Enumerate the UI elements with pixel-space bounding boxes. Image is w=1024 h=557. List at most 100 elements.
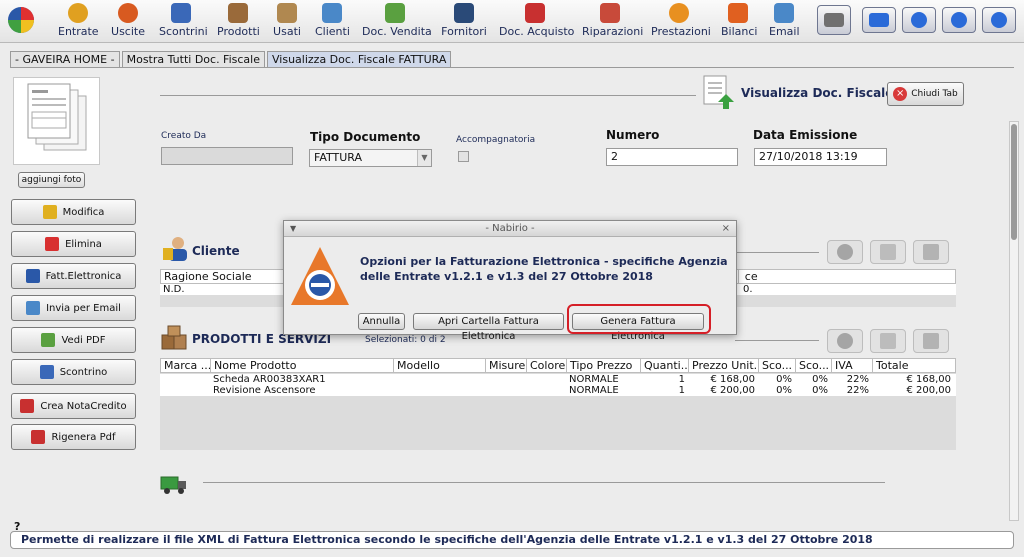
cell: € 168,00	[906, 374, 951, 385]
pencil-icon	[42, 205, 57, 219]
button-label: Scontrino	[59, 366, 108, 378]
column-header[interactable]: Totale	[873, 359, 955, 372]
column-header[interactable]: Sco...	[759, 359, 796, 372]
agenzia-entrate-icon	[25, 269, 40, 283]
toolbar-label: Entrate	[58, 25, 99, 38]
toolbar-uscite[interactable]: Uscite	[111, 1, 145, 41]
app-logo-icon[interactable]	[6, 5, 36, 35]
data-emissione-label: Data Emissione	[753, 128, 858, 142]
page-title: Visualizza Doc. Fiscale	[741, 86, 894, 100]
table-row[interactable]: Revisione Ascensore NORMALE 1 € 200,00 0…	[160, 385, 956, 396]
column-header[interactable]: Quanti...	[641, 359, 689, 372]
toolbar-email[interactable]: Email	[769, 1, 800, 41]
dialog-menu-icon[interactable]: ▼	[290, 221, 296, 236]
numero-field[interactable]: 2	[606, 148, 738, 166]
scontrino-button[interactable]: Scontrino	[11, 359, 136, 385]
settings-button[interactable]	[902, 7, 936, 33]
tab-mostra-tutti[interactable]: Mostra Tutti Doc. Fiscale	[121, 51, 265, 68]
column-header[interactable]: Modello	[394, 359, 486, 372]
add-photo-button[interactable]: aggiungi foto	[18, 172, 85, 188]
cliente-view-button[interactable]	[870, 240, 906, 264]
divider	[203, 482, 885, 483]
cliente-remove-button[interactable]	[913, 240, 949, 264]
button-label: Fatt.Elettronica	[45, 270, 122, 282]
tab-visualizza-fattura[interactable]: Visualizza Doc. Fiscale FATTURA	[267, 51, 452, 68]
cell	[526, 385, 566, 396]
table-row[interactable]: Scheda AR00383XAR1 NORMALE 1 € 168,00 0%…	[160, 374, 956, 385]
column-header[interactable]: Marca ...	[161, 359, 211, 372]
column-header[interactable]: IVA	[832, 359, 873, 372]
column-header[interactable]: Prezzo Unit...	[689, 359, 759, 372]
purchase-document-icon	[525, 3, 545, 23]
column-header[interactable]: Sco...	[796, 359, 832, 372]
cell: Revisione Ascensore	[213, 385, 316, 396]
toolbar-usati[interactable]: Usati	[272, 1, 302, 41]
vertical-scrollbar[interactable]	[1009, 121, 1019, 521]
column-header[interactable]: ce	[742, 270, 955, 283]
toolbar-entrate[interactable]: Entrate	[58, 1, 99, 41]
gear-icon	[911, 12, 927, 28]
column-header[interactable]: Tipo Prezzo	[567, 359, 641, 372]
power-button[interactable]	[982, 7, 1016, 33]
accompagnatoria-checkbox[interactable]	[458, 151, 469, 162]
truck-icon	[160, 476, 186, 494]
invia-email-button[interactable]: Invia per Email	[11, 295, 136, 321]
receipt-icon	[171, 3, 191, 23]
toolbar-scontrini[interactable]: Scontrini	[159, 1, 208, 41]
dialog-titlebar[interactable]: ▼ - Nabirio - ×	[284, 221, 736, 237]
column-header[interactable]: Colore	[527, 359, 567, 372]
toolbar-label: Doc. Vendita	[362, 25, 432, 38]
cash-register-icon	[824, 13, 844, 27]
dialog-title: - Nabirio -	[485, 223, 535, 234]
prodotti-remove-button[interactable]	[913, 329, 949, 353]
toolbar-riparazioni[interactable]: Riparazioni	[582, 1, 643, 41]
button-label: Crea NotaCredito	[40, 400, 127, 412]
annulla-button[interactable]: Annulla	[358, 313, 405, 330]
dialog-close-icon[interactable]: ×	[722, 221, 730, 236]
cell: 0%	[776, 374, 792, 385]
plus-icon	[837, 244, 853, 260]
toolbar-fornitori[interactable]: Fornitori	[441, 1, 487, 41]
toolbar-doc-vendita[interactable]: Doc. Vendita	[362, 1, 432, 41]
column-header[interactable]: Misure	[486, 359, 527, 372]
scrollbar-thumb[interactable]	[1011, 124, 1017, 240]
creato-da-field	[161, 147, 293, 165]
data-emissione-field[interactable]: 27/10/2018 13:19	[754, 148, 887, 166]
prodotti-add-button[interactable]	[827, 329, 863, 353]
crea-notacredito-button[interactable]: Crea NotaCredito	[11, 393, 136, 419]
cell: € 168,00	[710, 374, 755, 385]
tab-home[interactable]: - GAVEIRA HOME -	[10, 51, 120, 68]
document-export-icon	[703, 75, 734, 109]
keyboard-button[interactable]	[862, 7, 896, 33]
cliente-add-button[interactable]	[827, 240, 863, 264]
button-label: Elimina	[65, 238, 102, 250]
prodotti-view-button[interactable]	[870, 329, 906, 353]
close-tab-button[interactable]: × Chiudi Tab	[887, 82, 964, 106]
toolbar-prodotti[interactable]: Prodotti	[217, 1, 260, 41]
rigenera-pdf-button[interactable]: Rigenera Pdf	[11, 424, 136, 450]
cash-register-button[interactable]	[817, 5, 851, 35]
toolbar-bilanci[interactable]: Bilanci	[721, 1, 757, 41]
cell	[526, 374, 566, 385]
toolbar-label: Email	[769, 25, 800, 38]
toolbar-clienti[interactable]: Clienti	[315, 1, 350, 41]
divider	[735, 340, 819, 341]
apri-cartella-button[interactable]: Apri Cartella Fattura Elettronica	[413, 313, 564, 342]
toolbar-label: Fornitori	[441, 25, 487, 38]
column-header[interactable]: Nome Prodotto	[211, 359, 394, 372]
elimina-button[interactable]: Elimina	[11, 231, 136, 257]
vedi-pdf-button[interactable]: Vedi PDF	[11, 327, 136, 353]
modifica-button[interactable]: Modifica	[11, 199, 136, 225]
divider	[735, 252, 819, 253]
toolbar-doc-acquisto[interactable]: Doc. Acquisto	[499, 1, 574, 41]
tab-divider	[10, 67, 1014, 68]
toolbar-prestazioni[interactable]: Prestazioni	[651, 1, 711, 41]
send-email-icon	[26, 301, 41, 315]
cell: 22%	[846, 385, 869, 396]
customer-icon	[322, 3, 342, 23]
minimize-button[interactable]	[942, 7, 976, 33]
invoice-thumbnail-icon	[27, 83, 87, 151]
cell	[160, 374, 210, 385]
tipo-documento-select[interactable]: FATTURA ▼	[309, 149, 432, 167]
fatt-elettronica-button[interactable]: Fatt.Elettronica	[11, 263, 136, 289]
